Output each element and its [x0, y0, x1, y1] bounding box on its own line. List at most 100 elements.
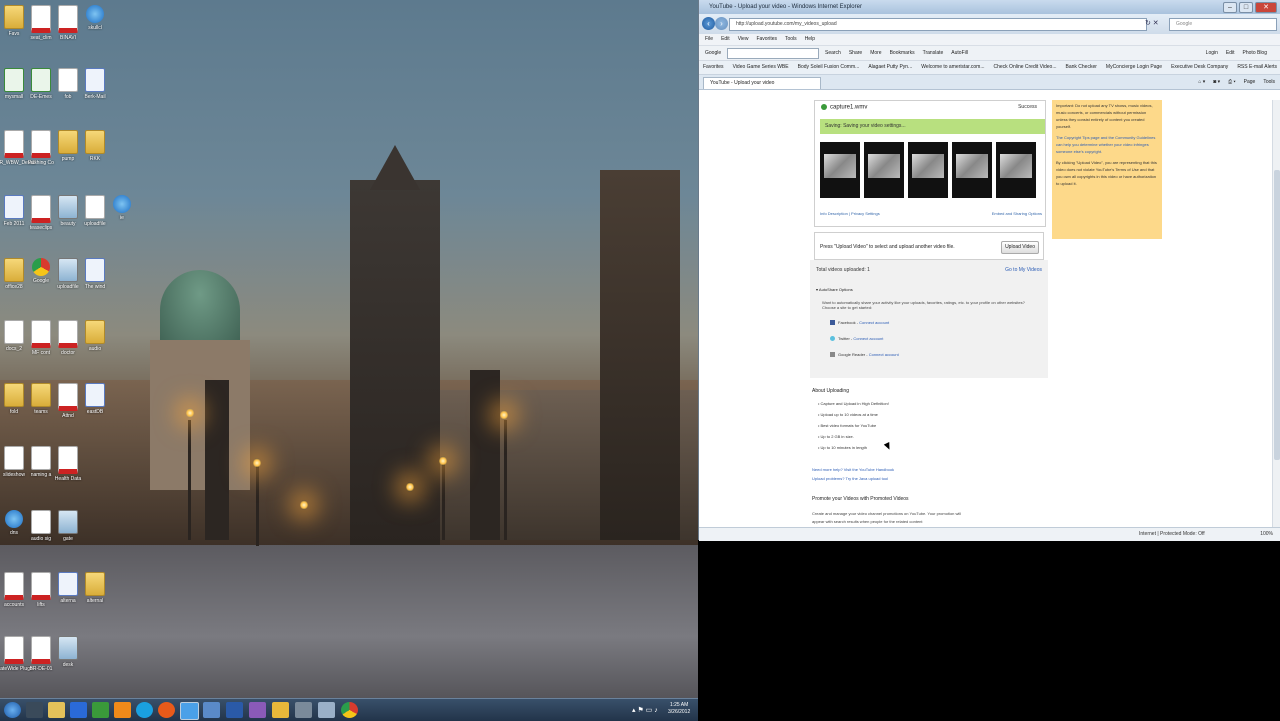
- go-to-my-videos-link[interactable]: Go to My Videos: [1005, 267, 1042, 273]
- thumbnail[interactable]: [952, 142, 992, 198]
- thumbnail[interactable]: [908, 142, 948, 198]
- google-toolbar-right: Login Edit Photo Blog: [1206, 46, 1267, 60]
- info-link[interactable]: Info Description | Privacy Settings: [820, 211, 880, 216]
- menu-edit[interactable]: Edit: [721, 34, 730, 45]
- system-tray[interactable]: ▴ ⚑ ▭ ♪: [632, 706, 658, 714]
- notice-text-2[interactable]: The Copyright Tips page and the Communit…: [1056, 134, 1158, 155]
- site-twitter: Twitter - Connect account: [830, 336, 883, 342]
- help-line[interactable]: Upload problems? Try the Java upload too…: [812, 474, 894, 483]
- file-name: capture1.wmv: [821, 104, 867, 111]
- thumbnail[interactable]: [996, 142, 1036, 198]
- refresh-icon[interactable]: ↻ ✕: [1145, 19, 1159, 27]
- desktop-icon[interactable]: desk: [46, 636, 90, 668]
- start-button[interactable]: [4, 702, 21, 718]
- desktop-icon[interactable]: eastDB: [73, 383, 117, 415]
- desktop-icon[interactable]: ie: [100, 195, 144, 221]
- google-search-input[interactable]: [727, 48, 819, 59]
- zoom-level[interactable]: 100%: [1260, 528, 1273, 541]
- taskbar-app-icon[interactable]: [203, 702, 220, 718]
- google-label: Google: [705, 50, 722, 56]
- taskbar-app-icon[interactable]: [272, 702, 289, 718]
- google-login-button[interactable]: Login: [1206, 46, 1218, 60]
- about-item[interactable]: Best video formats for YouTube: [821, 423, 877, 428]
- ie-icon[interactable]: [180, 702, 199, 720]
- clock[interactable]: 1:25 AM 3/26/2012: [668, 702, 690, 716]
- status-bar: Internet | Protected Mode: Off 100%: [699, 527, 1280, 541]
- connect-twitter-link[interactable]: Connect account: [853, 336, 883, 341]
- desktop-icon[interactable]: audio: [73, 320, 117, 352]
- taskbar-app-icon[interactable]: [249, 702, 266, 718]
- handbook-link[interactable]: Need more help? Visit the YouTube Handbo…: [812, 467, 894, 472]
- taskbar-app-icon[interactable]: [26, 702, 43, 718]
- desktop-icon[interactable]: Health Data: [46, 446, 90, 482]
- desktop-icon[interactable]: The wind: [73, 258, 117, 290]
- thumbnail-row: [820, 142, 1036, 198]
- google-share-button[interactable]: Share: [849, 46, 862, 60]
- vertical-scrollbar[interactable]: [1272, 100, 1280, 527]
- taskbar-app-icon[interactable]: [92, 702, 109, 718]
- google-edit-button[interactable]: Edit: [1226, 46, 1235, 60]
- google-search-button[interactable]: Search: [825, 46, 841, 60]
- maximize-button[interactable]: □: [1239, 2, 1253, 13]
- photo-blog-button[interactable]: Photo Blog: [1243, 46, 1267, 60]
- embed-sharing-link[interactable]: Embed and Sharing Options: [992, 211, 1042, 216]
- favorite-link[interactable]: RSS E-mail Alerts: [1237, 61, 1277, 74]
- tools-menu[interactable]: Tools: [1263, 77, 1275, 88]
- desktop-icon-label: audio: [88, 346, 102, 352]
- desktop-icon[interactable]: RKK: [73, 130, 117, 162]
- thumbnail[interactable]: [864, 142, 904, 198]
- menu-help[interactable]: Help: [805, 34, 815, 45]
- favorite-link[interactable]: Alagaet Putty Pyn...: [868, 61, 912, 74]
- favorite-link[interactable]: MyConcierge Login Page: [1106, 61, 1162, 74]
- skype-icon[interactable]: [136, 702, 153, 718]
- forward-button[interactable]: ›: [715, 17, 728, 30]
- help-line[interactable]: Need more help? Visit the YouTube Handbo…: [812, 465, 894, 474]
- google-autofill-button[interactable]: AutoFill: [951, 46, 968, 60]
- autoshare-title[interactable]: ▾ AutoShare Options: [816, 287, 853, 292]
- desktop-icon[interactable]: Berk-Mail: [73, 68, 117, 100]
- favorite-link[interactable]: Welcome to ameristar.com...: [921, 61, 984, 74]
- desktop-icon[interactable]: alternal: [73, 572, 117, 604]
- about-item[interactable]: Capture and Upload in High Definition!: [821, 401, 889, 406]
- menu-favorites[interactable]: Favorites: [756, 34, 777, 45]
- connect-facebook-link[interactable]: Connect account: [859, 320, 889, 325]
- rss-icon[interactable]: ◙ ▾: [1213, 77, 1220, 88]
- favorite-link[interactable]: Executive Desk Company: [1171, 61, 1228, 74]
- search-input[interactable]: Google: [1169, 18, 1277, 31]
- close-button[interactable]: ✕: [1255, 2, 1277, 13]
- taskbar-app-icon[interactable]: [114, 702, 131, 718]
- minimize-button[interactable]: –: [1223, 2, 1237, 13]
- tab-youtube-upload[interactable]: YouTube - Upload your video: [703, 77, 821, 89]
- favorite-link[interactable]: Body Soleil Fusion Comm...: [798, 61, 860, 74]
- word-icon[interactable]: [226, 702, 243, 718]
- favorites-button[interactable]: Favorites: [703, 61, 724, 74]
- firefox-icon[interactable]: [158, 702, 175, 718]
- chrome-icon[interactable]: [341, 702, 358, 718]
- back-button[interactable]: ‹: [702, 17, 715, 30]
- taskbar-app-icon[interactable]: [318, 702, 335, 718]
- connect-google-reader-link[interactable]: Connect account: [869, 352, 899, 357]
- upload-video-button[interactable]: Upload Video: [1001, 241, 1039, 254]
- google-translate-button[interactable]: Translate: [923, 46, 944, 60]
- desktop-icon[interactable]: skullcl: [73, 5, 117, 31]
- java-upload-link[interactable]: Upload problems? Try the Java upload too…: [812, 476, 888, 481]
- taskbar-app-icon[interactable]: [295, 702, 312, 718]
- desktop-icon[interactable]: gate: [46, 510, 90, 542]
- google-bookmarks-button[interactable]: Bookmarks: [890, 46, 915, 60]
- menu-tools[interactable]: Tools: [785, 34, 797, 45]
- explorer-icon[interactable]: [48, 702, 65, 718]
- favorite-link[interactable]: Bank Checker: [1066, 61, 1097, 74]
- home-icon[interactable]: ⌂ ▾: [1198, 77, 1205, 88]
- menu-file[interactable]: File: [705, 34, 713, 45]
- scrollbar-thumb[interactable]: [1274, 170, 1280, 460]
- google-more-button[interactable]: More: [870, 46, 881, 60]
- thumbnail[interactable]: [820, 142, 860, 198]
- page-menu[interactable]: Page: [1244, 77, 1256, 88]
- taskbar-app-icon[interactable]: [70, 702, 87, 718]
- favorite-link[interactable]: Video Game Series WBE: [733, 61, 789, 74]
- menu-view[interactable]: View: [738, 34, 749, 45]
- print-icon[interactable]: ⎙ ▾: [1228, 77, 1236, 88]
- favorite-link[interactable]: Check Online Credit Video...: [994, 61, 1057, 74]
- promote-text: Create and manage your video channel pro…: [812, 511, 962, 524]
- address-input[interactable]: http://upload.youtube.com/my_videos_uplo…: [729, 18, 1147, 31]
